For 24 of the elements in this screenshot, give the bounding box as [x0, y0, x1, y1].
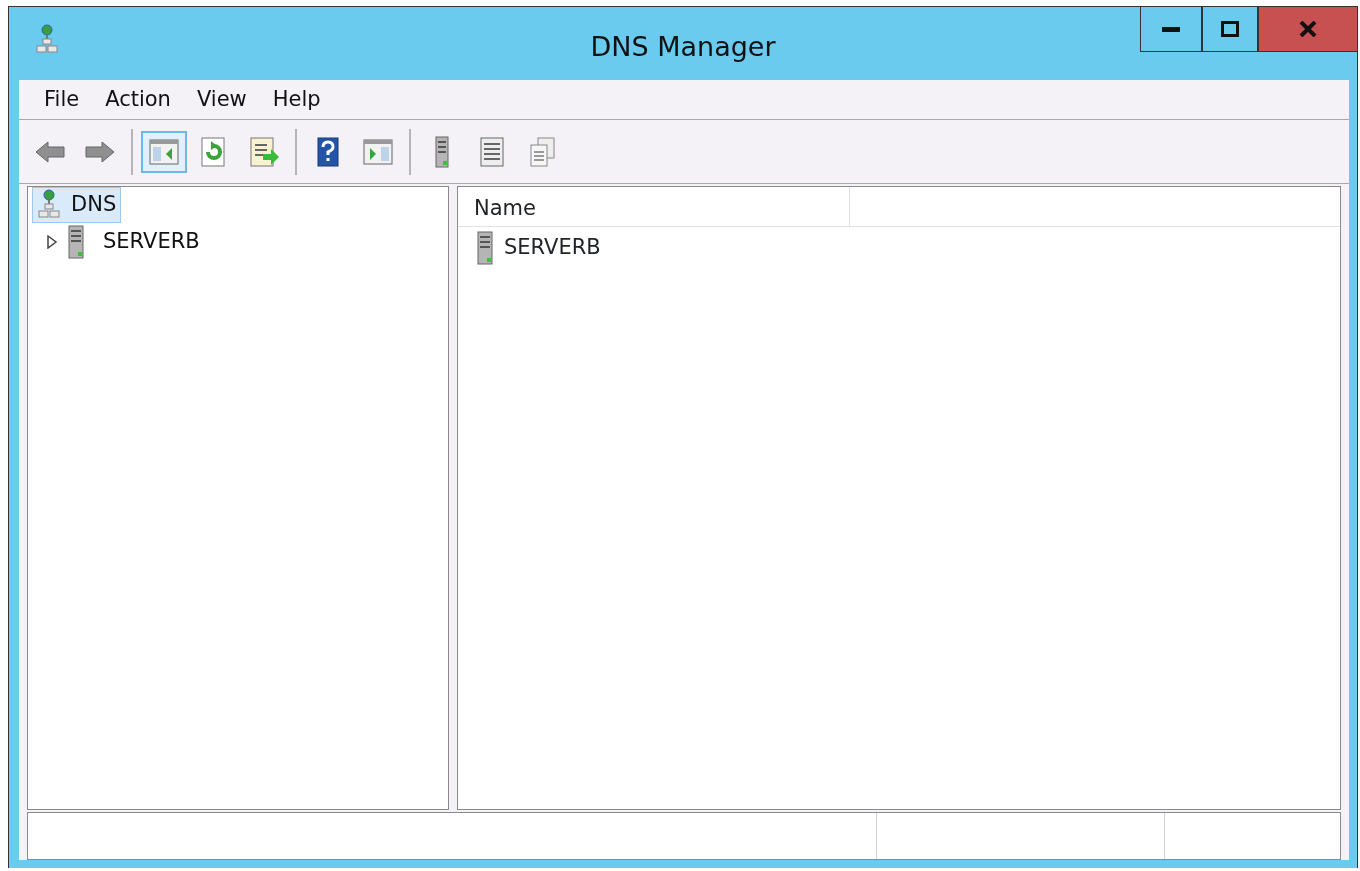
menu-item[interactable]: Help: [259, 81, 334, 118]
maximize-button[interactable]: [1202, 7, 1258, 52]
server-icon: [67, 225, 85, 259]
list-row[interactable]: SERVERB: [458, 227, 1340, 269]
tree-item-label: SERVERB: [103, 228, 200, 256]
expand-arrow-icon[interactable]: [46, 235, 58, 249]
tree-item-label: DNS: [71, 191, 117, 219]
window-title: DNS Manager: [589, 30, 777, 64]
network-icon: [37, 189, 61, 221]
minimize-icon: [1162, 25, 1180, 33]
tree-item[interactable]: SERVERB: [62, 223, 205, 261]
column-header[interactable]: Name: [458, 187, 850, 227]
server-icon: [476, 231, 494, 265]
export-list-icon: [248, 135, 280, 168]
menu-item[interactable]: View: [183, 81, 260, 118]
menu-item[interactable]: Action: [92, 81, 184, 118]
maximize-icon: [1221, 21, 1239, 37]
network-icon: [35, 23, 59, 56]
minimize-button[interactable]: [1140, 7, 1202, 52]
tree-item[interactable]: DNS: [32, 187, 122, 223]
close-icon: [1299, 21, 1317, 37]
close-button[interactable]: [1258, 7, 1358, 52]
list-item-label: SERVERB: [504, 234, 601, 262]
menu-item[interactable]: File: [31, 81, 93, 118]
